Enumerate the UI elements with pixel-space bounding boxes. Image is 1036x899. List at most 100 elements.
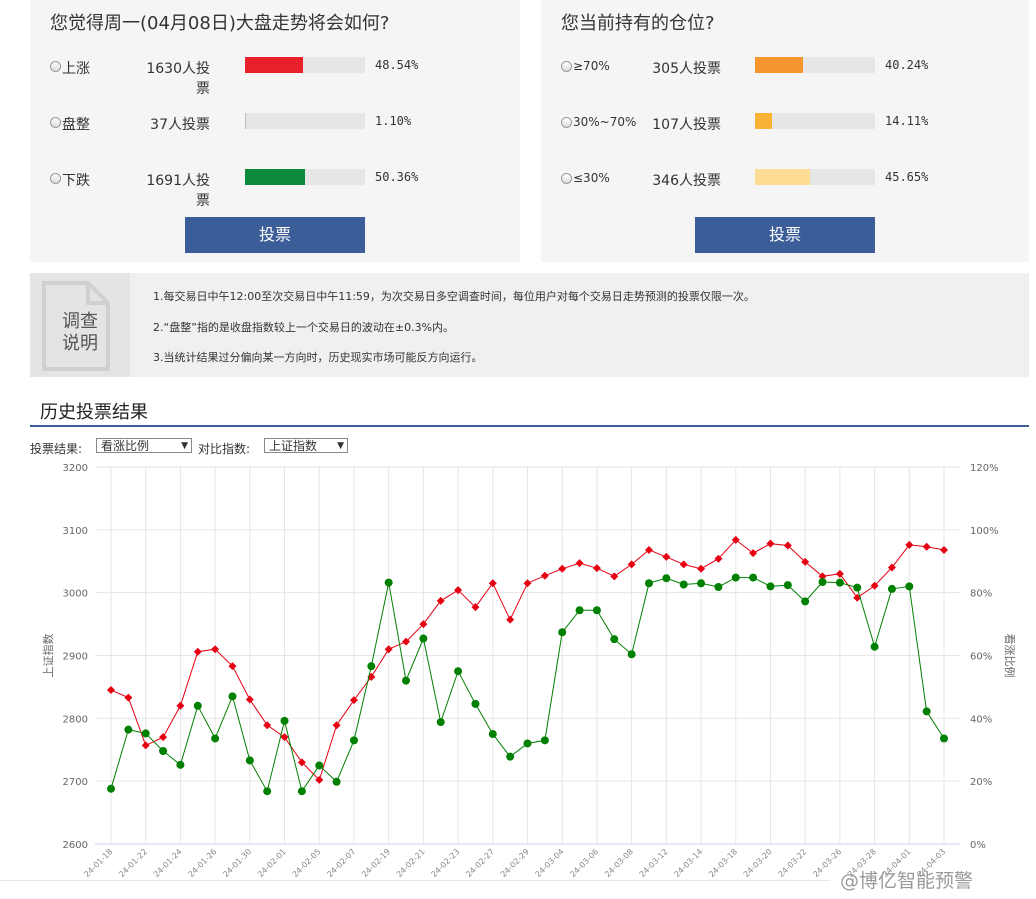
dropdown-arrow-icon: ▼ (337, 441, 344, 451)
radio-button[interactable] (561, 173, 572, 184)
data-point-index (193, 647, 202, 656)
data-point-index (697, 564, 706, 573)
data-point-ratio (922, 707, 931, 716)
option-label: ≤30% (573, 171, 610, 185)
data-point-index (124, 693, 133, 702)
data-point-index (662, 552, 671, 561)
data-point-index (141, 741, 150, 750)
x-tick-label: 24-02-23 (429, 847, 461, 879)
radio-button[interactable] (50, 117, 61, 128)
vote-bar-fill (755, 57, 804, 73)
vote-bar-fill (245, 113, 247, 129)
x-tick-label: 24-02-27 (464, 847, 496, 879)
data-point-ratio (697, 579, 706, 588)
data-point-ratio (818, 577, 827, 586)
data-point-index (610, 572, 619, 581)
data-point-ratio (835, 578, 844, 587)
option-label: ≥70% (573, 59, 610, 73)
data-point-index (159, 733, 168, 742)
y2-tick-label: 20% (970, 777, 992, 788)
vote-bar-fill (245, 57, 304, 73)
notes-badge: 调查 说明 (30, 273, 130, 377)
position-poll-panel: 您当前持有的仓位? ≥70% 305人投票 40.24% 30%~70% 107… (541, 0, 1029, 262)
y2-axis-title: 看涨比例 (1003, 634, 1017, 678)
data-point-ratio (228, 692, 237, 701)
notes-label-line2: 说明 (62, 333, 98, 354)
data-point-ratio (853, 583, 862, 592)
y-tick-label: 3000 (63, 589, 88, 600)
x-tick-label: 24-03-18 (707, 847, 739, 879)
data-point-ratio (297, 787, 306, 796)
option-label: 盘整 (62, 117, 90, 133)
data-point-ratio (419, 634, 428, 643)
x-tick-label: 24-02-07 (325, 847, 357, 879)
vote-result-select[interactable]: 看涨比例 ▼ (96, 438, 192, 453)
x-tick-label: 24-03-06 (568, 847, 600, 879)
compare-index-select[interactable]: 上证指数 ▼ (264, 438, 348, 453)
data-point-ratio (280, 716, 289, 725)
poll-option-flat[interactable]: 盘整 37人投票 1.10% (30, 113, 520, 133)
data-point-index (176, 701, 185, 710)
data-point-index (280, 733, 289, 742)
data-point-ratio (523, 739, 532, 748)
note-line-2: 2.“盘整”指的是收盘指数较上一个交易日的波动在±0.3%内。 (153, 321, 455, 334)
vote-bar (755, 57, 875, 73)
data-point-ratio (627, 650, 636, 659)
data-point-index (349, 696, 358, 705)
poll-option-mid[interactable]: 30%~70% 107人投票 14.11% (541, 113, 1029, 133)
data-point-ratio (436, 718, 445, 727)
vote-percent: 1.10% (375, 114, 412, 128)
x-tick-label: 24-03-22 (777, 847, 809, 879)
data-point-ratio (783, 581, 792, 590)
vote-bar (755, 113, 875, 129)
y2-tick-label: 120% (970, 463, 999, 474)
market-vote-button[interactable]: 投票 (185, 217, 365, 253)
x-tick-label: 24-03-08 (603, 847, 635, 879)
data-point-ratio (402, 676, 411, 685)
poll-option-low[interactable]: ≤30% 346人投票 45.65% (541, 169, 1029, 189)
radio-button[interactable] (50, 173, 61, 184)
notes-label-line1: 调查 (62, 311, 98, 332)
y-axis-title: 上证指数 (41, 634, 55, 678)
vote-bar-fill (755, 113, 772, 129)
data-point-index (905, 540, 914, 549)
option-label: 下跌 (62, 173, 90, 189)
history-title: 历史投票结果 (40, 402, 148, 423)
watermark: @博亿智能预警 (840, 870, 974, 892)
vote-bar (245, 113, 365, 129)
vote-result-value: 看涨比例 (101, 439, 150, 453)
data-point-index (922, 542, 931, 551)
vote-percent: 45.65% (885, 170, 929, 184)
y-tick-label: 3100 (63, 526, 88, 537)
radio-button[interactable] (561, 117, 572, 128)
data-point-ratio (644, 579, 653, 588)
data-point-index (332, 721, 341, 730)
data-point-ratio (367, 662, 376, 671)
poll-option-down[interactable]: 下跌 1691人投票 50.36% (30, 169, 520, 209)
position-poll-title: 您当前持有的仓位? (561, 13, 715, 34)
position-vote-button[interactable]: 投票 (695, 217, 875, 253)
note-line-3: 3.当统计结果过分偏向某一方向时，历史现实市场可能反方向运行。 (153, 351, 483, 364)
x-tick-label: 24-02-19 (360, 847, 392, 879)
data-point-ratio (801, 597, 810, 606)
x-tick-label: 24-01-24 (152, 847, 184, 879)
data-point-index (384, 645, 393, 654)
option-label: 上涨 (62, 61, 90, 77)
radio-button[interactable] (50, 61, 61, 72)
data-point-ratio (263, 787, 272, 796)
radio-button[interactable] (561, 61, 572, 72)
data-point-index (766, 539, 775, 548)
data-point-ratio (141, 729, 150, 738)
data-point-ratio (506, 752, 515, 761)
data-point-ratio (540, 736, 549, 745)
poll-option-high[interactable]: ≥70% 305人投票 40.24% (541, 57, 1029, 77)
poll-option-up[interactable]: 上涨 1630人投票 48.54% (30, 57, 520, 97)
data-point-ratio (349, 736, 358, 745)
x-tick-label: 24-03-14 (672, 847, 704, 879)
x-tick-label: 24-01-26 (186, 847, 218, 879)
data-point-ratio (245, 756, 254, 765)
data-point-index (523, 579, 532, 588)
data-point-index (558, 564, 567, 573)
data-point-ratio (176, 760, 185, 769)
vote-bar (755, 169, 875, 185)
